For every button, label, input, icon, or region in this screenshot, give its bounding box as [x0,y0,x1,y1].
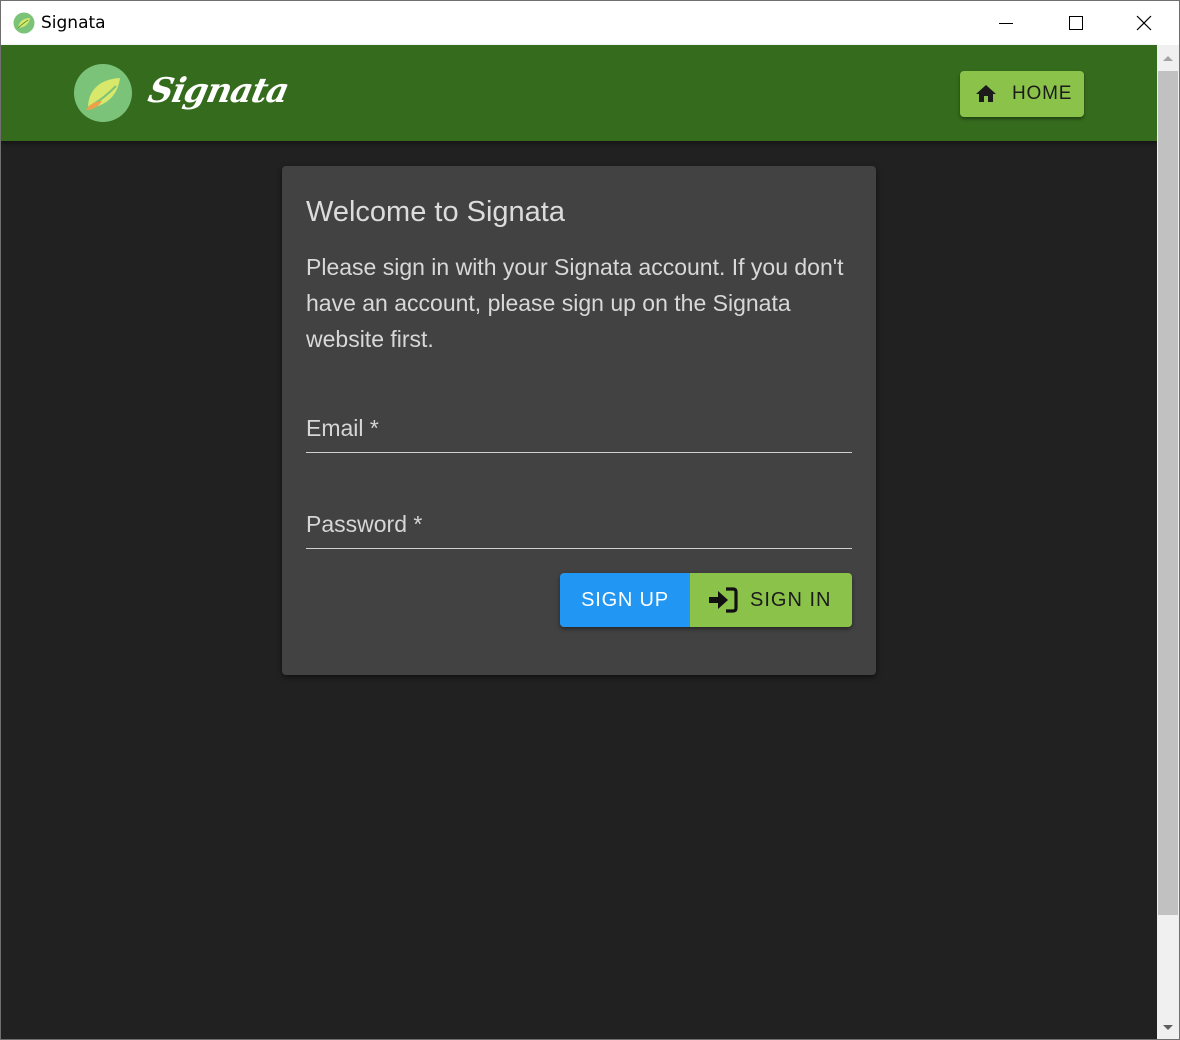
password-field[interactable]: Password * [306,498,852,549]
app-window: Signata Signata HOME Welcome to Signata … [0,0,1180,1040]
email-label: Email * [306,415,379,441]
scroll-down-arrow-icon[interactable] [1162,1023,1174,1033]
logo-wordmark: Signata [144,71,292,111]
card-description: Please sign in with your Signata account… [306,254,844,352]
maximize-button[interactable] [1041,1,1111,45]
home-button-label: HOME [1012,83,1073,104]
scroll-up-arrow-icon[interactable] [1162,53,1174,63]
minimize-button[interactable] [971,1,1041,45]
sign-up-label: SIGN UP [581,588,669,611]
sign-in-icon [709,587,738,613]
home-icon [976,85,996,102]
sign-in-button[interactable]: SIGN IN [690,573,852,627]
scrollbar-thumb[interactable] [1158,71,1178,915]
app-header: Signata HOME [1,45,1157,141]
vertical-scrollbar[interactable] [1157,45,1179,1039]
close-icon [1136,15,1152,31]
minimize-icon [999,23,1013,24]
auth-button-group: SIGN UP SIGN IN [560,573,852,627]
card-title: Welcome to Signata [306,196,565,228]
leaf-logo-icon [13,12,35,34]
sign-in-label: SIGN IN [750,588,832,611]
maximize-icon [1069,16,1083,30]
password-label: Password * [306,511,423,537]
leaf-logo-icon[interactable] [74,64,132,122]
login-card: Welcome to Signata Please sign in with y… [282,166,876,675]
home-button[interactable]: HOME [960,71,1084,117]
email-field[interactable]: Email * [306,402,852,453]
window-title: Signata [41,13,106,33]
close-button[interactable] [1109,1,1179,45]
title-bar[interactable]: Signata [1,1,1179,45]
sign-up-button[interactable]: SIGN UP [560,573,690,627]
